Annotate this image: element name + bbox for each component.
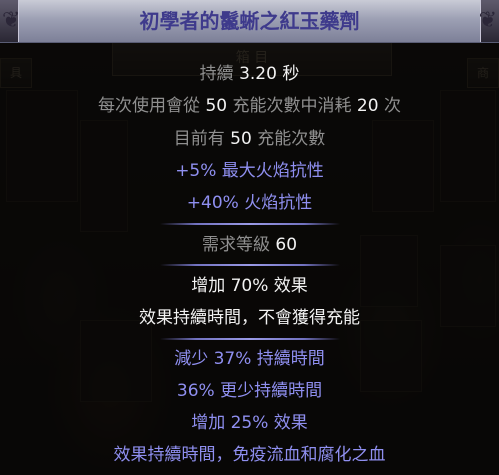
consume-prefix: 每次使用會從 [98, 96, 201, 116]
explicit-mod: 增加 25% 效果 [191, 413, 308, 433]
current-value: 50 [230, 129, 252, 149]
implicit-mod: +5% 最大火焰抗性 [175, 161, 324, 181]
enchant-line: 效果持續時間，不會獲得充能 [139, 308, 360, 328]
separator [160, 223, 340, 225]
current-charges-line: 目前有 50 充能次數 [0, 128, 499, 150]
item-tooltip: ❦ ❦ 初學者的鬣蜥之紅玉藥劑 持續 3.20 秒 每次使用會從 50 充能次數… [0, 0, 499, 475]
current-suffix: 充能次數 [257, 129, 326, 149]
separator [160, 338, 340, 340]
explicit-mod: 36% 更少持續時間 [176, 381, 323, 401]
charge-consume-line: 每次使用會從 50 充能次數中消耗 20 次 [0, 95, 499, 117]
enchant-line: 增加 70% 效果 [191, 276, 308, 296]
duration-line: 持續 3.20 秒 [0, 63, 499, 85]
consume-mid: 充能次數中消耗 [232, 96, 352, 116]
implicit-mod: +40% 火焰抗性 [186, 193, 313, 213]
tooltip-header: ❦ ❦ 初學者的鬣蜥之紅玉藥劑 [0, 0, 499, 43]
duration-label: 持續 [199, 64, 234, 84]
explicit-mod: 效果持續時間，免疫流血和腐化之血 [113, 445, 386, 465]
requirement-label: 需求等級 [201, 235, 270, 255]
requirement-line: 需求等級 60 [0, 234, 499, 256]
current-prefix: 目前有 [173, 129, 225, 149]
requirement-value: 60 [275, 235, 298, 255]
consume-max: 50 [205, 96, 228, 116]
explicit-mod: 減少 37% 持續時間 [174, 349, 325, 369]
consume-value: 20 [356, 96, 379, 116]
item-title: 初學者的鬣蜥之紅玉藥劑 [139, 9, 360, 33]
consume-suffix: 次 [383, 96, 401, 116]
separator [160, 264, 340, 266]
duration-value: 3.20 秒 [239, 64, 300, 84]
